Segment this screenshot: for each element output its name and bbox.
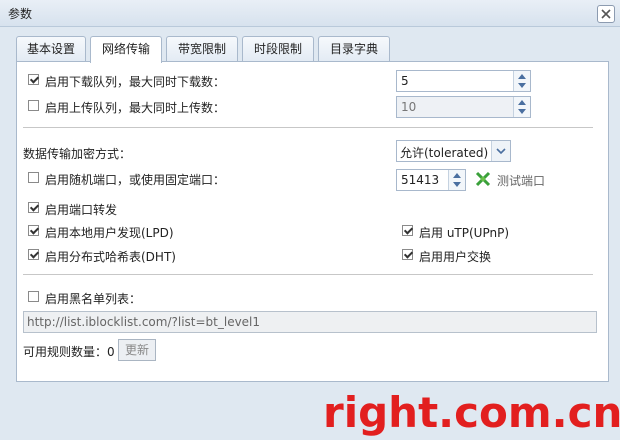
tab-directory[interactable]: 目录字典	[318, 36, 390, 61]
port-value: 51413	[401, 173, 440, 187]
pex-label: 启用用户交换	[419, 250, 492, 264]
upload-queue-label: 启用上传队列，最大同时上传数：	[45, 101, 226, 115]
chevron-down-icon	[496, 148, 506, 155]
download-stepper-arrows[interactable]	[513, 71, 530, 91]
tab-basic[interactable]: 基本设置	[16, 36, 86, 61]
dht-label: 启用分布式哈希表(DHT)	[45, 250, 176, 264]
port-stepper[interactable]: 51413	[396, 169, 466, 191]
upload-max-value: 10	[401, 100, 417, 114]
random-port-label: 启用随机端口，或使用固定端口：	[45, 173, 226, 187]
utp-checkbox[interactable]	[402, 225, 413, 236]
arrow-down-icon[interactable]	[453, 182, 461, 187]
encryption-select[interactable]: 允许(tolerated)	[396, 140, 511, 162]
update-button[interactable]: 更新	[118, 339, 156, 361]
download-queue-label: 启用下载队列，最大同时下载数：	[45, 75, 226, 89]
blocklist-label: 启用黑名单列表：	[45, 292, 142, 306]
blocklist-checkbox[interactable]	[28, 291, 39, 302]
upload-stepper-arrows[interactable]	[513, 97, 530, 117]
dht-checkbox[interactable]	[28, 249, 39, 260]
network-panel: 启用下载队列，最大同时下载数： 5 启用上传队列，最大同时上传数： 10 数据传…	[16, 61, 609, 382]
port-stepper-arrows[interactable]	[448, 170, 465, 190]
tab-schedule[interactable]: 时段限制	[242, 36, 314, 61]
lpd-checkbox[interactable]	[28, 225, 39, 236]
arrow-up-icon[interactable]	[518, 100, 526, 105]
arrow-down-icon[interactable]	[518, 83, 526, 88]
tab-bandwidth[interactable]: 带宽限制	[166, 36, 238, 61]
tab-network[interactable]: 网络传输	[90, 36, 162, 63]
arrow-up-icon[interactable]	[518, 74, 526, 79]
dropdown-toggle[interactable]	[491, 141, 510, 161]
port-forward-label: 启用端口转发	[45, 203, 118, 217]
divider	[23, 274, 593, 275]
close-icon	[601, 9, 611, 19]
lpd-label: 启用本地用户发现(LPD)	[45, 226, 174, 240]
download-max-value: 5	[401, 74, 409, 88]
window-title: 参数	[8, 7, 33, 21]
close-button[interactable]	[597, 5, 615, 23]
blocklist-url-input[interactable]	[24, 312, 590, 332]
utp-label: 启用 uTP(UPnP)	[419, 226, 510, 240]
upload-queue-checkbox[interactable]	[28, 100, 39, 111]
port-forward-checkbox[interactable]	[28, 202, 39, 213]
arrow-down-icon[interactable]	[518, 109, 526, 114]
download-queue-checkbox[interactable]	[28, 74, 39, 85]
blocklist-url-field[interactable]	[23, 311, 597, 333]
download-max-stepper[interactable]: 5	[396, 70, 531, 92]
upload-max-stepper[interactable]: 10	[396, 96, 531, 118]
random-port-checkbox[interactable]	[28, 172, 39, 183]
rules-count-label: 可用规则数量：0	[23, 345, 115, 359]
pex-checkbox[interactable]	[402, 249, 413, 260]
test-port-label: 测试端口	[497, 174, 546, 188]
title-bar: 参数	[0, 0, 620, 27]
divider	[23, 127, 593, 128]
watermark-logo: right.com.cn	[323, 388, 620, 437]
puzzle-icon	[475, 171, 491, 187]
encryption-label: 数据传输加密方式：	[23, 147, 132, 161]
encryption-selected: 允许(tolerated)	[400, 146, 489, 160]
arrow-up-icon[interactable]	[453, 173, 461, 178]
